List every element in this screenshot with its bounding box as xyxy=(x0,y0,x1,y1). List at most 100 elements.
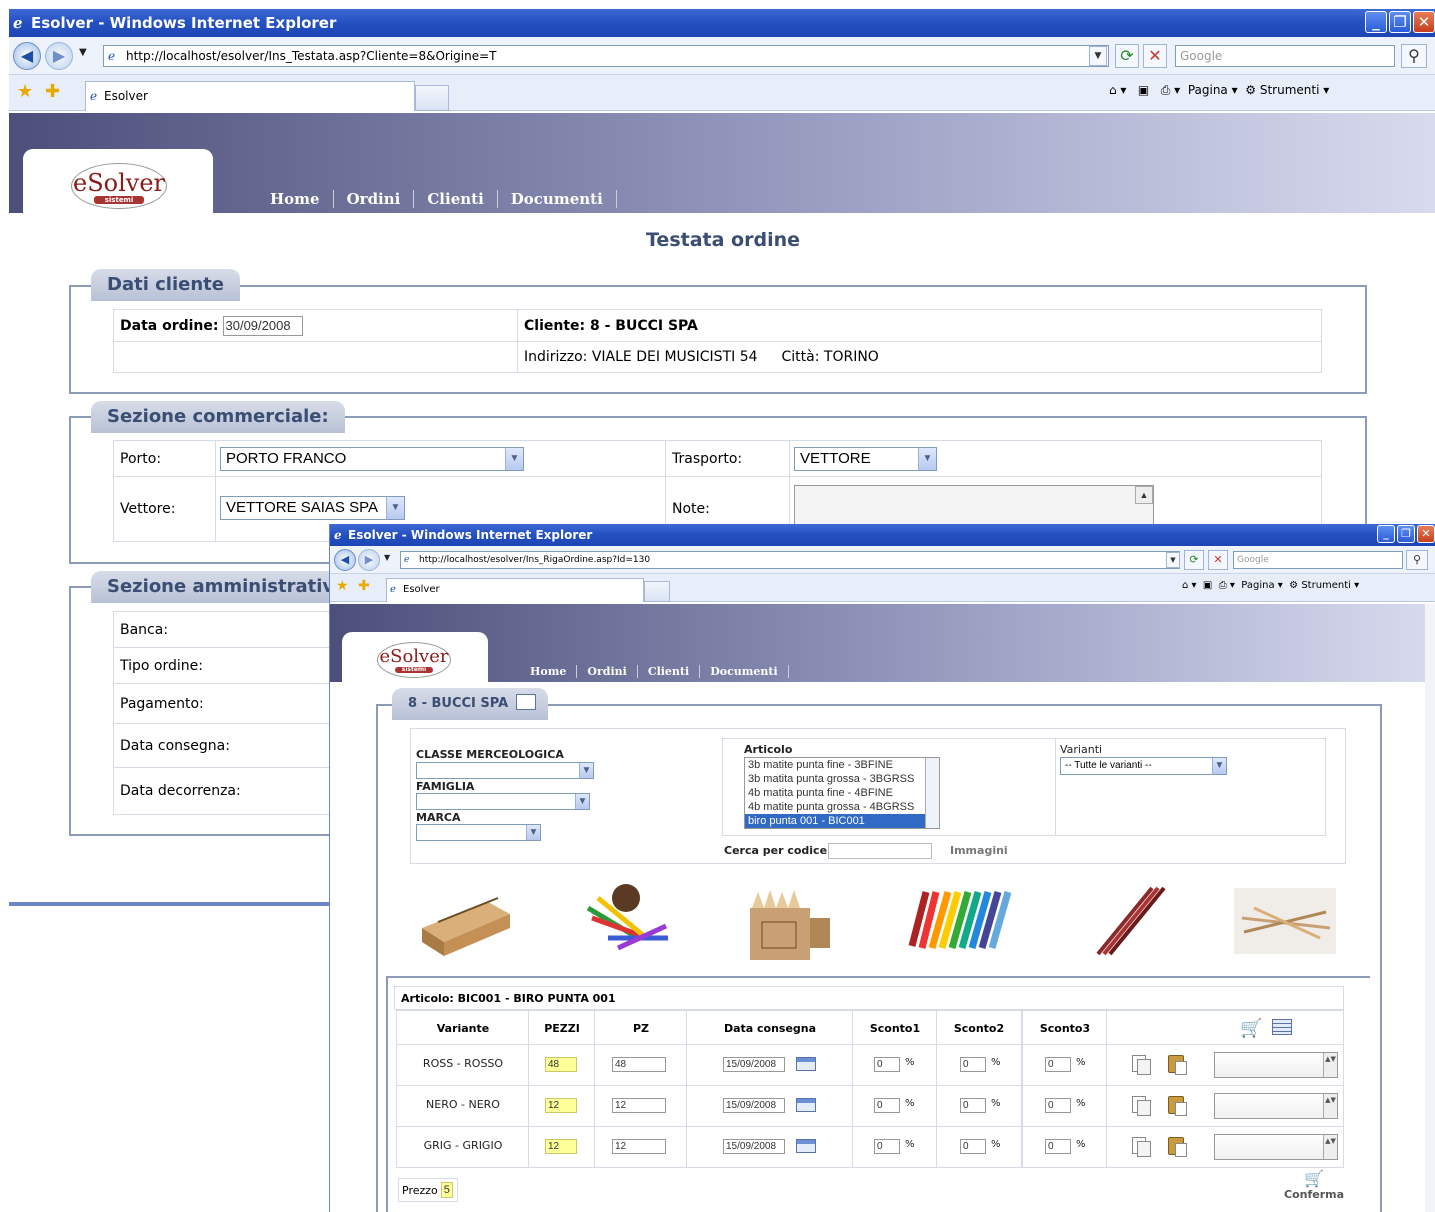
sconto-input[interactable]: 0 xyxy=(960,1057,986,1072)
close-button[interactable]: ✕ xyxy=(1417,525,1435,543)
favorites-star-icon[interactable]: ★ xyxy=(336,578,349,594)
rss-icon[interactable]: ▣ xyxy=(1203,580,1212,591)
close-button[interactable]: ✕ xyxy=(1413,11,1435,33)
vettore-select[interactable]: VETTORE SAIAS SPA ▼ xyxy=(220,496,405,520)
paste-icon[interactable] xyxy=(1168,1137,1187,1157)
home-icon[interactable]: ⌂ ▾ xyxy=(1109,83,1126,97)
varianti-select[interactable]: -- Tutte le varianti -- ▼ xyxy=(1060,757,1227,775)
tools-menu[interactable]: ⚙ Strumenti ▾ xyxy=(1289,580,1359,591)
note-spinner[interactable]: ▲▼ xyxy=(1214,1052,1338,1078)
calendar-icon[interactable] xyxy=(796,1139,816,1153)
pz-input[interactable]: 12 xyxy=(612,1139,666,1154)
new-tab-button[interactable] xyxy=(415,85,449,111)
menu-ordini[interactable]: Ordini xyxy=(577,665,638,678)
pezzi-input[interactable]: 12 xyxy=(545,1139,577,1154)
copy-icon[interactable] xyxy=(1132,1137,1151,1157)
refresh-button[interactable]: ⟳ xyxy=(1115,44,1139,68)
new-tab-button[interactable] xyxy=(644,581,670,602)
pezzi-input[interactable]: 48 xyxy=(545,1057,577,1072)
title-bar[interactable]: ℯ Esolver - Windows Internet Explorer _ … xyxy=(9,9,1435,37)
search-input[interactable]: Google xyxy=(1175,45,1395,67)
browser-tab[interactable]: ℯ Esolver xyxy=(85,81,415,111)
marca-select[interactable]: ▼ xyxy=(416,824,541,841)
copy-icon[interactable] xyxy=(1132,1096,1151,1116)
minimize-button[interactable]: _ xyxy=(1365,11,1387,33)
product-image-pencil-pack[interactable] xyxy=(742,878,838,964)
spinner-arrows-icon[interactable]: ▲▼ xyxy=(1323,1053,1337,1077)
edit-customer-icon[interactable] xyxy=(516,694,537,710)
menu-ordini[interactable]: Ordini xyxy=(334,190,415,208)
classe-select[interactable]: ▼ xyxy=(416,762,594,779)
copy-icon[interactable] xyxy=(1132,1055,1151,1075)
prezzo-input[interactable]: 5 xyxy=(440,1182,453,1198)
search-icon[interactable]: ⚲ xyxy=(1401,44,1427,68)
vertical-scrollbar[interactable] xyxy=(1425,604,1435,1212)
cerca-codice-input[interactable] xyxy=(828,843,932,859)
sconto-input[interactable]: 0 xyxy=(874,1057,900,1072)
url-input[interactable]: ℯ http://localhost/esolver/Ins_Testata.a… xyxy=(103,45,1109,67)
home-icon[interactable]: ⌂ ▾ xyxy=(1182,580,1197,591)
menu-clienti[interactable]: Clienti xyxy=(414,190,498,208)
articolo-option[interactable]: 3b matite punta fine - 3BFINE xyxy=(745,758,939,772)
menu-clienti[interactable]: Clienti xyxy=(638,665,701,678)
articolo-option[interactable]: biro punta 001 - BIC001 xyxy=(745,814,939,828)
sconto-input[interactable]: 0 xyxy=(1045,1057,1071,1072)
rss-icon[interactable]: ▣ xyxy=(1138,83,1149,97)
data-consegna-input[interactable]: 15/09/2008 xyxy=(723,1057,785,1072)
print-icon[interactable]: ⎙ ▾ xyxy=(1219,580,1235,591)
product-image-wooden-pencils[interactable] xyxy=(1234,888,1336,954)
browser-tab[interactable]: ℯ Esolver xyxy=(386,578,644,602)
spinner-arrows-icon[interactable]: ▲▼ xyxy=(1323,1094,1337,1118)
data-ordine-input[interactable]: 30/09/2008 xyxy=(222,316,303,336)
stop-button[interactable]: ✕ xyxy=(1143,44,1167,68)
sconto-input[interactable]: 0 xyxy=(960,1139,986,1154)
tools-menu[interactable]: ⚙ Strumenti ▾ xyxy=(1245,83,1329,97)
refresh-button[interactable]: ⟳ xyxy=(1184,550,1204,570)
menu-home[interactable]: Home xyxy=(520,665,578,678)
product-image-colored-pencils[interactable] xyxy=(578,878,678,958)
paste-icon[interactable] xyxy=(1168,1055,1187,1075)
pz-input[interactable]: 48 xyxy=(612,1057,666,1072)
note-spinner[interactable]: ▲▼ xyxy=(1214,1134,1338,1160)
search-icon[interactable]: ⚲ xyxy=(1406,550,1428,570)
articolo-option[interactable]: 4b matita punta fine - 4BFINE xyxy=(745,786,939,800)
calendar-icon[interactable] xyxy=(796,1098,816,1112)
menu-documenti[interactable]: Documenti xyxy=(498,190,617,208)
pezzi-input[interactable]: 12 xyxy=(545,1098,577,1113)
forward-button[interactable]: ▶ xyxy=(358,549,380,571)
sconto-input[interactable]: 0 xyxy=(960,1098,986,1113)
restore-button[interactable]: ❐ xyxy=(1389,11,1411,33)
print-icon[interactable]: ⎙ ▾ xyxy=(1161,83,1180,97)
immagini-link[interactable]: Immagini xyxy=(950,844,1008,857)
product-image-red-pencils[interactable] xyxy=(1090,884,1166,958)
add-favorites-icon[interactable]: ✚ xyxy=(358,578,370,594)
search-input[interactable]: Google xyxy=(1233,551,1403,569)
conferma-button[interactable]: 🛒 Conferma xyxy=(1284,1170,1344,1206)
sconto-input[interactable]: 0 xyxy=(874,1139,900,1154)
pz-input[interactable]: 12 xyxy=(612,1098,666,1113)
url-dropdown-button[interactable]: ▼ xyxy=(1089,46,1107,66)
add-favorites-icon[interactable]: ✚ xyxy=(45,81,60,102)
menu-home[interactable]: Home xyxy=(257,190,334,208)
sconto-input[interactable]: 0 xyxy=(1045,1139,1071,1154)
sconto-input[interactable]: 0 xyxy=(1045,1098,1071,1113)
articolo-listbox[interactable]: 3b matite punta fine - 3BFINE 3b matita p… xyxy=(744,757,940,829)
history-dropdown-icon[interactable]: ▼ xyxy=(384,553,390,562)
paste-icon[interactable] xyxy=(1168,1096,1187,1116)
url-dropdown-button[interactable]: ▼ xyxy=(1166,552,1180,568)
minimize-button[interactable]: _ xyxy=(1377,525,1395,543)
title-bar[interactable]: ℯ Esolver - Windows Internet Explorer _ … xyxy=(330,524,1435,546)
sconto-input[interactable]: 0 xyxy=(874,1098,900,1113)
trasporto-select[interactable]: VETTORE ▼ xyxy=(794,447,937,471)
product-image-pencil-box[interactable] xyxy=(418,878,512,962)
data-consegna-input[interactable]: 15/09/2008 xyxy=(723,1139,785,1154)
url-input[interactable]: ℯ http://localhost/esolver/Ins_RigaOrdin… xyxy=(400,551,1180,569)
articolo-option[interactable]: 3b matita punta grossa - 3BGRSS xyxy=(745,772,939,786)
page-menu[interactable]: Pagina ▾ xyxy=(1241,580,1283,591)
cart-icon[interactable]: 🛒 xyxy=(1240,1018,1262,1039)
restore-button[interactable]: ❐ xyxy=(1397,525,1415,543)
note-spinner[interactable]: ▲▼ xyxy=(1214,1093,1338,1119)
famiglia-select[interactable]: ▼ xyxy=(416,793,590,810)
spinner-arrows-icon[interactable]: ▲▼ xyxy=(1323,1135,1337,1159)
favorites-star-icon[interactable]: ★ xyxy=(17,81,33,102)
